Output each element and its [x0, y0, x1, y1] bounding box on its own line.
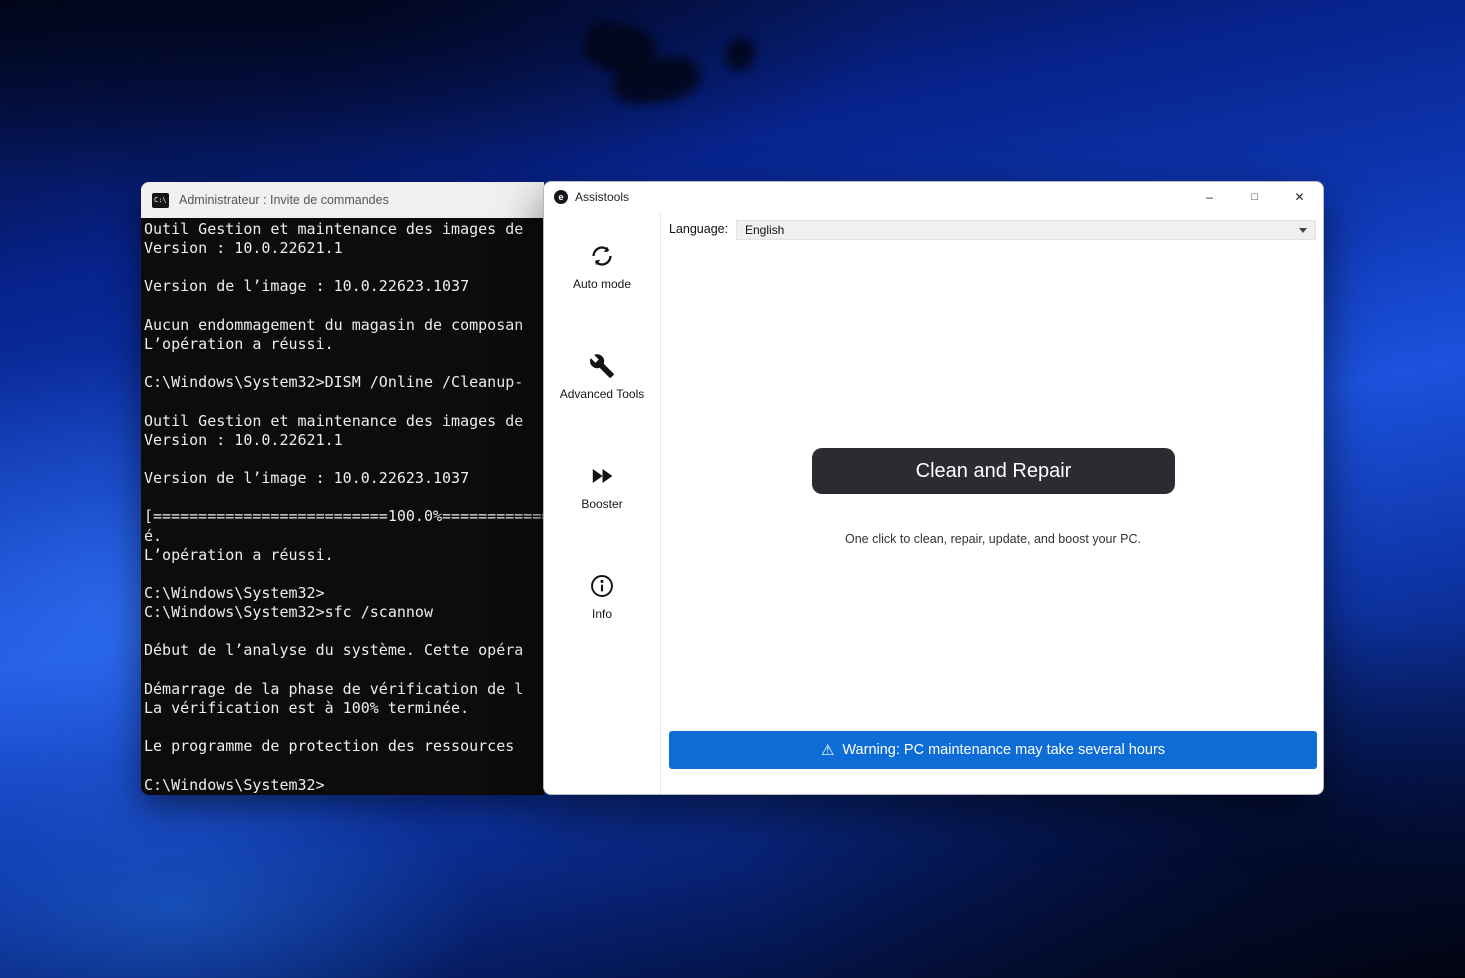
sync-icon	[589, 243, 615, 269]
cmd-titlebar[interactable]: C:\ Administrateur : Invite de commandes	[141, 182, 544, 218]
assistools-window: e Assistools – □ ✕ Language: English	[543, 181, 1324, 795]
sidebar-item-label: Advanced Tools	[560, 387, 645, 401]
close-button[interactable]: ✕	[1277, 182, 1322, 212]
console-line: C:\Windows\System32>	[144, 776, 544, 795]
console-line: Le programme de protection des ressource…	[144, 737, 544, 756]
console-line	[144, 392, 544, 411]
warning-text: Warning: PC maintenance may take several…	[842, 742, 1165, 758]
console-line: Démarrage de la phase de vérification de…	[144, 680, 544, 699]
console-line: [==========================100.0%=======…	[144, 507, 544, 526]
sidebar-item-label: Auto mode	[573, 277, 631, 291]
language-label: Language:	[669, 222, 728, 236]
console-line: La vérification est à 100% terminée.	[144, 699, 544, 718]
console-line: Aucun endommagement du magasin de compos…	[144, 316, 544, 335]
console-line	[144, 450, 544, 469]
console-line	[144, 661, 544, 680]
cmd-window-title: Administrateur : Invite de commandes	[179, 193, 389, 207]
console-line	[144, 756, 544, 775]
console-line	[144, 622, 544, 641]
language-dropdown[interactable]: English	[736, 220, 1316, 240]
warning-icon: ⚠	[821, 743, 834, 758]
console-line	[144, 354, 544, 373]
info-icon	[589, 573, 615, 599]
chevron-down-icon	[1299, 228, 1307, 233]
app-title: Assistools	[575, 190, 629, 204]
console-line: L’opération a réussi.	[144, 335, 544, 354]
console-line: Version de l’image : 10.0.22623.1037	[144, 277, 544, 296]
minimize-button[interactable]: –	[1187, 182, 1232, 212]
console-line: Début de l’analyse du système. Cette opé…	[144, 641, 544, 660]
console-output[interactable]: Outil Gestion et maintenance des images …	[141, 218, 544, 795]
sidebar-item-label: Booster	[581, 497, 622, 511]
console-line: L’opération a réussi.	[144, 546, 544, 565]
console-line: Outil Gestion et maintenance des images …	[144, 412, 544, 431]
cmd-window: C:\ Administrateur : Invite de commandes…	[141, 182, 544, 795]
sidebar-item-info[interactable]: Info	[589, 573, 615, 621]
console-line: C:\Windows\System32>sfc /scannow	[144, 603, 544, 622]
console-line	[144, 565, 544, 584]
console-line: C:\Windows\System32>	[144, 584, 544, 603]
window-controls: – □ ✕	[1187, 182, 1322, 212]
console-line: Version de l’image : 10.0.22623.1037	[144, 469, 544, 488]
sidebar-item-label: Info	[592, 607, 612, 621]
sidebar-item-booster[interactable]: Booster	[581, 463, 622, 511]
console-line: Version : 10.0.22621.1	[144, 431, 544, 450]
sidebar: Auto mode Advanced Tools Booster	[544, 212, 661, 794]
language-value: English	[745, 223, 784, 237]
maximize-button[interactable]: □	[1232, 182, 1277, 212]
console-line: C:\Windows\System32>DISM /Online /Cleanu…	[144, 373, 544, 392]
assistools-logo-icon: e	[554, 190, 568, 204]
wallpaper-mark	[721, 34, 758, 74]
sidebar-item-auto-mode[interactable]: Auto mode	[573, 243, 631, 291]
console-line	[144, 718, 544, 737]
sidebar-item-advanced-tools[interactable]: Advanced Tools	[560, 353, 645, 401]
fast-forward-icon	[589, 463, 615, 489]
warning-bar: ⚠ Warning: PC maintenance may take sever…	[669, 731, 1317, 769]
cmd-icon: C:\	[152, 193, 169, 208]
console-line	[144, 297, 544, 316]
console-line: Version : 10.0.22621.1	[144, 239, 544, 258]
console-line: é.	[144, 527, 544, 546]
console-line	[144, 488, 544, 507]
console-line: Outil Gestion et maintenance des images …	[144, 220, 544, 239]
description-text: One click to clean, repair, update, and …	[661, 532, 1324, 546]
console-line	[144, 258, 544, 277]
wrench-icon	[589, 353, 615, 379]
clean-and-repair-button[interactable]: Clean and Repair	[812, 448, 1175, 494]
desktop-background: C:\ Administrateur : Invite de commandes…	[0, 0, 1465, 978]
